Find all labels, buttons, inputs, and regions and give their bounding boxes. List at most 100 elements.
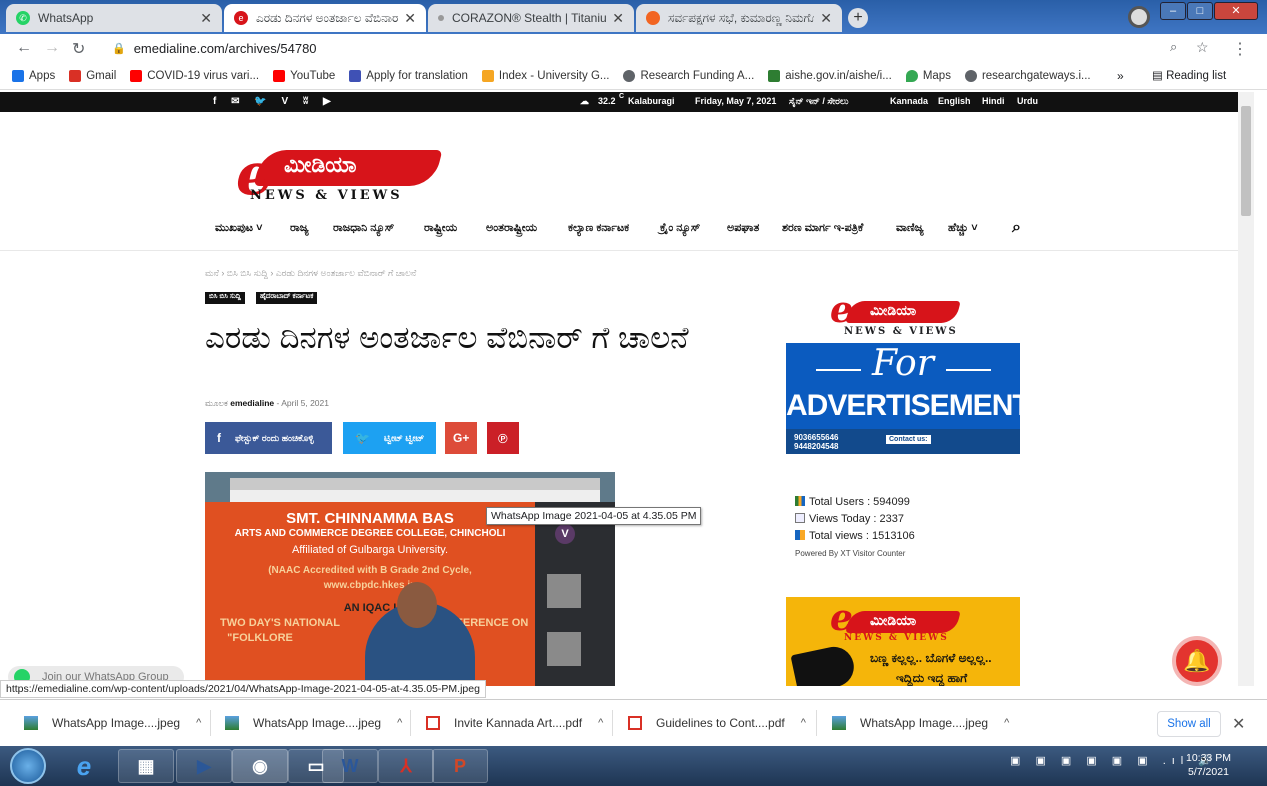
speaker-head [397,582,437,628]
participant-video [547,574,581,608]
lang-urdu[interactable]: Urdu [1017,96,1038,106]
chevron-up-icon[interactable]: ^ [1004,717,1009,729]
breadcrumb[interactable]: ಮನೆ › ಬಿಸಿ ಬಿಸಿ ಸುದ್ದಿ › ಎರಡು ದಿನಗಳ ಅಂತರ… [205,268,416,279]
tab-search-icon[interactable] [1128,6,1150,28]
ad-logo-area: e ಮೀಡಿಯಾ NEWS & VIEWS [786,289,1020,343]
maximize-button[interactable]: □ [1187,2,1213,20]
nav-state[interactable]: ರಾಜ್ಯ [290,222,309,235]
tab-emedialine[interactable]: e ಎರಡು ದಿನಗಳ ಅಂತರ್ಜಾಲ ವೆಬಿನಾರ್ ಗೆ ✕ [224,4,426,32]
reload-icon[interactable]: ↻ [72,39,85,59]
link-status-bar: https://emedialine.com/wp-content/upload… [0,680,486,698]
bookmark-index[interactable]: Index - University G... [481,69,610,82]
lang-kannada[interactable]: Kannada [890,96,928,106]
share-pinterest-button[interactable]: ℗ [487,422,519,454]
nav-international[interactable]: ಅಂತರಾಷ್ಟ್ರೀಯ [486,222,537,235]
close-icon[interactable]: ✕ [820,10,832,27]
share-google-button[interactable]: G+ [445,422,477,454]
nav-more[interactable]: ಹೆಚ್ಚು ˅ [948,222,978,235]
word-icon[interactable]: W [322,749,378,783]
bookmark-label: Apply for translation [366,69,468,82]
download-name: WhatsApp Image....jpeg [860,716,989,730]
tab-title: WhatsApp [38,11,94,25]
chevron-up-icon[interactable]: ^ [196,717,201,729]
views-today: Views Today : 2337 [809,513,904,525]
bookmark-maps[interactable]: Maps [905,69,951,82]
show-all-downloads-button[interactable]: Show all [1157,711,1221,737]
ie-icon[interactable]: e [56,749,112,783]
forward-icon[interactable]: → [44,39,60,57]
chevron-up-icon[interactable]: ^ [397,717,402,729]
close-icon[interactable]: ✕ [200,10,212,27]
reading-list-button[interactable]: ▤ Reading list [1152,68,1226,82]
file-explorer-icon[interactable]: ▦ [118,749,174,783]
nav-capital-news[interactable]: ರಾಜಧಾನಿ ನ್ಯೂಸ್ [333,222,394,235]
download-item[interactable]: WhatsApp Image....jpeg ^ [832,716,1009,730]
bookmark-star-icon[interactable]: ☆ [1196,39,1209,56]
category-tag[interactable]: ಹೈದರಾಬಾದ್ ಕರ್ನಾಟಕ [256,292,318,304]
download-item[interactable]: Guidelines to Cont....pdf ^ [628,716,806,730]
close-icon[interactable]: ✕ [404,10,416,27]
close-window-button[interactable]: ✕ [1214,2,1258,20]
notification-bell-button[interactable]: 🔔 [1172,636,1222,686]
nav-commerce[interactable]: ವಾಣಿಜ್ಯ [896,222,924,235]
search-icon[interactable]: ⌕ [1012,219,1021,237]
page-scrollbar[interactable] [1238,92,1254,686]
close-icon[interactable]: ✕ [612,10,624,27]
chevron-up-icon[interactable]: ^ [598,717,603,729]
participant-video [547,632,581,666]
taskbar-clock[interactable]: 10:33 PM 5/7/2021 [1186,751,1231,779]
scrollbar-thumb[interactable] [1241,106,1251,216]
sign-in-link[interactable]: ಸೈನ್ ಇನ್ / ಸೇರಲು [789,96,849,107]
more-bookmarks-button[interactable]: » [1117,69,1124,83]
download-item[interactable]: Invite Kannada Art....pdf ^ [426,716,603,730]
close-icon[interactable]: ✕ [1232,714,1245,734]
bookmark-aishe[interactable]: aishe.gov.in/aishe/i... [768,69,892,82]
slide-text: Affiliated of Gulbarga University. [291,544,449,556]
nav-crime-news[interactable]: ಕ್ರೈಂ ನ್ಯೂಸ್ [660,222,700,235]
nav-accident[interactable]: ಅಪಘಾತ [727,222,759,235]
bookmark-label: Index - University G... [498,69,610,82]
download-item[interactable]: WhatsApp Image....jpeg ^ [24,716,201,730]
lang-hindi[interactable]: Hindi [982,96,1005,106]
ad-for-text: For [872,343,934,384]
new-tab-button[interactable]: + [848,8,868,28]
article-image[interactable]: SMT. CHINNAMMA BAS ARTS AND COMMERCE DEG… [205,472,615,686]
start-button[interactable] [10,748,46,784]
nav-national[interactable]: ರಾಷ್ಟ್ರೀಯ [424,222,457,235]
tab-whatsapp[interactable]: ✆ WhatsApp ✕ [6,4,222,32]
ad-footer: 9036655646 9448204548 Contact us: [786,429,1020,454]
advertisement-banner-2[interactable]: e ಮೀಡಿಯಾ NEWS & VIEWS ಬಣ್ಣ ಕಲ್ಲಲ್ಲ.. ಬೊಗ… [786,597,1020,686]
bookmark-translation[interactable]: Apply for translation [349,69,468,82]
advertisement-banner[interactable]: e ಮೀಡಿಯಾ NEWS & VIEWS For ADVERTISEMENT … [786,289,1020,454]
share-twitter-button[interactable]: 🐦 ಟ್ವೀಟ್ ಟ್ವೀಟ್ [343,422,436,454]
powerpoint-icon[interactable]: P [432,749,488,783]
nav-home[interactable]: ಮುಖಪುಟ ˅ [215,222,263,235]
download-item[interactable]: WhatsApp Image....jpeg ^ [225,716,402,730]
menu-icon[interactable]: ⋮ [1232,39,1248,59]
bookmark-covid[interactable]: COVID-19 virus vari... [130,69,259,82]
address-bar[interactable]: 🔒 emedialine.com/archives/54780 [104,37,1194,59]
powered-by[interactable]: Powered By XT Visitor Counter [795,545,915,562]
nav-sharana-marga[interactable]: ಶರಣ ಮಾರ್ಗ ಇ-ಪತ್ರಿಕೆ [782,222,863,235]
bookmark-youtube[interactable]: YouTube [273,69,335,82]
chevron-up-icon[interactable]: ^ [801,717,806,729]
form-icon [349,69,362,82]
category-tag[interactable]: ಬಿಸಿ ಬಿಸಿ ಸುದ್ದಿ [205,292,245,304]
tab-news[interactable]: ಸರ್ವಪಕ್ಷಗಳ ಸಭೆ, ಕುಮಾರಣ್ಣ ನಿಮಗೊಂ ✕ [636,4,842,32]
social-icons[interactable]: f ✉ 🐦 V ʬ ▶ [213,96,337,107]
bookmark-researchgateways[interactable]: researchgateways.i... [964,69,1091,82]
back-icon[interactable]: ← [16,39,32,57]
lang-english[interactable]: English [938,96,971,106]
bookmark-research[interactable]: Research Funding A... [623,69,754,82]
media-player-icon[interactable]: ▶ [176,749,232,783]
chrome-icon[interactable]: ◉ [232,749,288,783]
bookmark-apps[interactable]: Apps [12,69,55,82]
tab-corazon[interactable]: CORAZON® Stealth | Titanium M ✕ [428,4,634,32]
bookmark-gmail[interactable]: Gmail [69,69,116,82]
nav-kalyana-karnataka[interactable]: ಕಲ್ಯಾಣ ಕರ್ನಾಟಕ [568,222,629,235]
acrobat-icon[interactable]: ⅄ [378,749,434,783]
zoom-icon[interactable]: ⌕ [1170,39,1177,55]
minimize-button[interactable]: – [1160,2,1186,20]
share-facebook-button[interactable]: f ಫೇಸ್ಬುಕ್ ರಂದು ಹಂಚಿಕೊಳ್ಳಿ [205,422,332,454]
author-link[interactable]: emedialine [230,398,274,408]
